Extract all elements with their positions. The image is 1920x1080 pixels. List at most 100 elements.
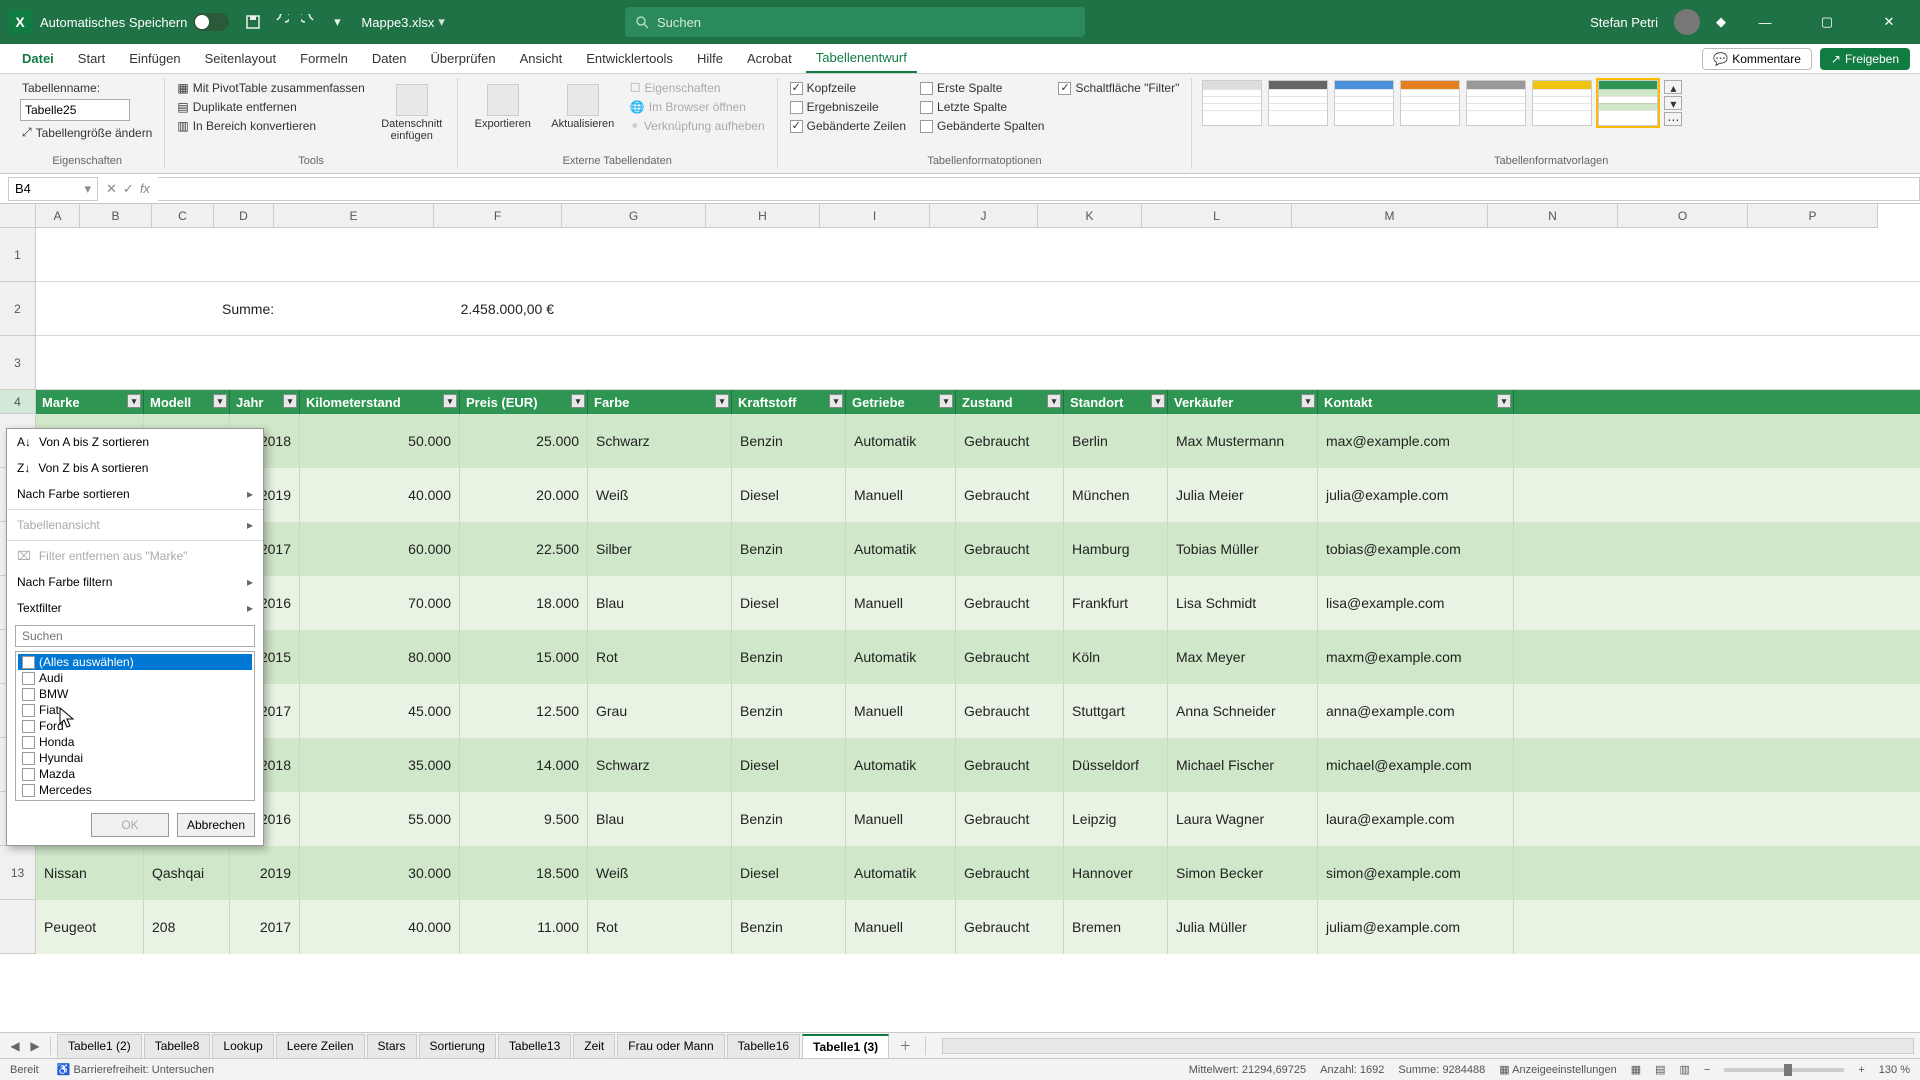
styles-scroll[interactable]: ▴▾⋯ xyxy=(1664,80,1682,126)
cancel-formula-icon[interactable]: ✕ xyxy=(106,181,117,197)
table-cell[interactable]: Diesel xyxy=(732,846,846,900)
col-header[interactable]: E xyxy=(274,204,434,228)
table-cell[interactable]: tobias@example.com xyxy=(1318,522,1514,576)
save-button[interactable] xyxy=(239,8,267,36)
table-cell[interactable]: 25.000 xyxy=(460,414,588,468)
fx-icon[interactable]: fx xyxy=(140,181,150,197)
sheet-tab[interactable]: Frau oder Mann xyxy=(617,1034,724,1058)
table-cell[interactable]: Automatik xyxy=(846,846,956,900)
sort-az[interactable]: A↓Von A bis Z sortieren xyxy=(7,429,263,455)
sheet-nav-prev[interactable]: ◀ xyxy=(6,1039,24,1053)
tab-daten[interactable]: Daten xyxy=(362,45,417,72)
remove-dupes-button[interactable]: ▤ Duplikate entfernen xyxy=(175,99,366,115)
table-row[interactable]: 201850.00025.000SchwarzBenzinAutomatikGe… xyxy=(36,414,1920,468)
filter-dropdown-icon[interactable]: ▾ xyxy=(829,394,843,408)
tab-seitenlayout[interactable]: Seitenlayout xyxy=(195,45,287,72)
sheet-tab[interactable]: Stars xyxy=(367,1034,417,1058)
th-modell[interactable]: Modell▾ xyxy=(144,390,230,414)
th-standort[interactable]: Standort▾ xyxy=(1064,390,1168,414)
table-cell[interactable]: 40.000 xyxy=(300,900,460,954)
table-cell[interactable]: 35.000 xyxy=(300,738,460,792)
filter-dropdown-icon[interactable]: ▾ xyxy=(939,394,953,408)
table-cell[interactable]: Frankfurt xyxy=(1064,576,1168,630)
username[interactable]: Stefan Petri xyxy=(1590,15,1658,30)
share-button[interactable]: ↗ Freigeben xyxy=(1820,48,1910,70)
row-header[interactable]: 4 xyxy=(0,390,36,414)
convert-range-button[interactable]: ▥ In Bereich konvertieren xyxy=(175,118,366,134)
table-cell[interactable]: Benzin xyxy=(732,414,846,468)
table-cell[interactable]: Gebraucht xyxy=(956,738,1064,792)
table-cell[interactable]: Peugeot xyxy=(36,900,144,954)
table-cell[interactable]: Manuell xyxy=(846,900,956,954)
refresh-button[interactable]: Aktualisieren xyxy=(548,80,618,134)
table-cell[interactable]: Köln xyxy=(1064,630,1168,684)
avatar[interactable] xyxy=(1674,9,1700,35)
col-header[interactable]: J xyxy=(930,204,1038,228)
table-cell[interactable]: Nissan xyxy=(36,846,144,900)
zoom-out-icon[interactable]: − xyxy=(1704,1064,1710,1076)
minimize-button[interactable]: — xyxy=(1742,0,1788,44)
total-row-check[interactable]: Ergebniszeile xyxy=(788,99,908,115)
export-button[interactable]: Exportieren xyxy=(468,80,538,134)
row-header[interactable]: 13 xyxy=(0,846,36,900)
filter-search-input[interactable] xyxy=(15,625,255,647)
add-sheet-button[interactable]: ＋ xyxy=(891,1033,919,1058)
table-cell[interactable]: 11.000 xyxy=(460,900,588,954)
col-header[interactable]: P xyxy=(1748,204,1878,228)
table-cell[interactable]: 20.000 xyxy=(460,468,588,522)
table-cell[interactable]: Leipzig xyxy=(1064,792,1168,846)
tab-ansicht[interactable]: Ansicht xyxy=(510,45,573,72)
first-col-check[interactable]: Erste Spalte xyxy=(918,80,1046,96)
table-cell[interactable]: Blau xyxy=(588,576,732,630)
tab-tabellenentwurf[interactable]: Tabellenentwurf xyxy=(806,44,917,73)
table-row[interactable]: 201655.0009.500BlauBenzinManuellGebrauch… xyxy=(36,792,1920,846)
table-cell[interactable]: 80.000 xyxy=(300,630,460,684)
table-cell[interactable]: 15.000 xyxy=(460,630,588,684)
select-all-corner[interactable] xyxy=(0,204,36,228)
sort-color[interactable]: Nach Farbe sortieren▸ xyxy=(7,481,263,507)
table-cell[interactable]: Hamburg xyxy=(1064,522,1168,576)
table-cell[interactable]: Lisa Schmidt xyxy=(1168,576,1318,630)
table-cell[interactable]: laura@example.com xyxy=(1318,792,1514,846)
tab-einfuegen[interactable]: Einfügen xyxy=(119,45,190,72)
table-cell[interactable]: Gebraucht xyxy=(956,414,1064,468)
table-cell[interactable]: Weiß xyxy=(588,468,732,522)
zoom-in-icon[interactable]: + xyxy=(1858,1064,1864,1076)
table-cell[interactable]: anna@example.com xyxy=(1318,684,1514,738)
col-header[interactable]: I xyxy=(820,204,930,228)
filter-item[interactable]: Honda xyxy=(18,734,252,750)
table-cell[interactable]: michael@example.com xyxy=(1318,738,1514,792)
table-cell[interactable]: Rot xyxy=(588,900,732,954)
horizontal-scrollbar[interactable] xyxy=(942,1038,1914,1054)
filename-dropdown-icon[interactable]: ▾ xyxy=(438,14,445,30)
col-header[interactable]: O xyxy=(1618,204,1748,228)
header-row-check[interactable]: Kopfzeile xyxy=(788,80,908,96)
sheet-tab[interactable]: Tabelle1 (3) xyxy=(802,1034,889,1058)
tab-ueberpruefen[interactable]: Überprüfen xyxy=(421,45,506,72)
table-cell[interactable]: Gebraucht xyxy=(956,630,1064,684)
table-row[interactable]: Peugeot208201740.00011.000RotBenzinManue… xyxy=(36,900,1920,954)
table-cell[interactable]: Schwarz xyxy=(588,414,732,468)
filter-color[interactable]: Nach Farbe filtern▸ xyxy=(7,569,263,595)
view-normal-icon[interactable]: ▦ xyxy=(1631,1063,1641,1076)
filter-button-check[interactable]: Schaltfläche "Filter" xyxy=(1056,80,1181,96)
pivot-button[interactable]: ▦ Mit PivotTable zusammenfassen xyxy=(175,80,366,96)
filter-item[interactable]: Mercedes xyxy=(18,782,252,798)
table-row[interactable]: 201760.00022.500SilberBenzinAutomatikGeb… xyxy=(36,522,1920,576)
table-cell[interactable]: Max Mustermann xyxy=(1168,414,1318,468)
table-cell[interactable]: 2019 xyxy=(230,846,300,900)
text-filter[interactable]: Textfilter▸ xyxy=(7,595,263,621)
filter-dropdown-icon[interactable]: ▾ xyxy=(571,394,585,408)
sheet-tab[interactable]: Lookup xyxy=(212,1034,273,1058)
th-preis[interactable]: Preis (EUR)▾ xyxy=(460,390,588,414)
table-row[interactable]: 201580.00015.000RotBenzinAutomatikGebrau… xyxy=(36,630,1920,684)
table-cell[interactable]: 14.000 xyxy=(460,738,588,792)
filter-dropdown-icon[interactable]: ▾ xyxy=(1301,394,1315,408)
zoom-slider[interactable] xyxy=(1724,1068,1844,1072)
status-accessibility[interactable]: ♿ Barrierefreiheit: Untersuchen xyxy=(57,1063,214,1076)
table-cell[interactable]: lisa@example.com xyxy=(1318,576,1514,630)
table-cell[interactable]: Diesel xyxy=(732,468,846,522)
formula-input[interactable] xyxy=(158,177,1920,201)
filter-dropdown-icon[interactable]: ▾ xyxy=(127,394,141,408)
col-header[interactable]: B xyxy=(80,204,152,228)
